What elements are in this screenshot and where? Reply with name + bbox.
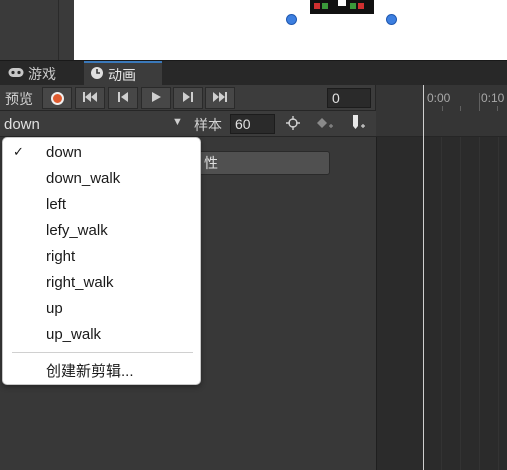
sample-input[interactable]: 60	[230, 114, 275, 134]
add-property-button[interactable]: 性	[190, 151, 330, 175]
hierarchy-panel	[0, 0, 74, 60]
menu-item-left[interactable]: left	[3, 191, 202, 217]
add-keyframe-button[interactable]	[310, 113, 340, 135]
play-button[interactable]	[141, 87, 171, 109]
menu-item-down[interactable]: ✓ down	[3, 139, 202, 165]
checkmark-icon: ✓	[13, 144, 24, 159]
tab-label: 动画	[108, 66, 136, 83]
gamepad-icon	[8, 67, 24, 81]
play-icon	[150, 91, 162, 106]
grid-line	[441, 137, 442, 470]
record-button[interactable]	[42, 87, 72, 109]
menu-item-label: left	[46, 195, 67, 213]
tab-game[interactable]: 游戏	[2, 61, 82, 86]
menu-separator	[12, 352, 193, 353]
tick-label: 0:10	[481, 91, 505, 105]
sample-label: 样本	[194, 117, 222, 133]
clip-select-value: down	[4, 115, 40, 133]
transform-handle-right[interactable]	[386, 14, 397, 25]
menu-item-label: up_walk	[46, 325, 102, 343]
event-lane[interactable]	[376, 111, 507, 137]
playhead[interactable]	[423, 85, 424, 470]
menu-item-up[interactable]: up	[3, 295, 202, 321]
last-key-button[interactable]	[205, 87, 235, 109]
menu-item-right[interactable]: right	[3, 243, 202, 269]
menu-item-label: down_walk	[46, 169, 121, 187]
first-key-icon	[82, 91, 98, 106]
add-event-icon	[348, 114, 366, 135]
menu-item-lefy-walk[interactable]: lefy_walk	[3, 217, 202, 243]
record-icon	[50, 91, 64, 105]
crosshair-icon	[286, 115, 300, 133]
timeline-ruler[interactable]: 0:00 0:10	[376, 85, 507, 111]
panel-divider	[58, 0, 59, 60]
prev-key-icon	[117, 91, 129, 106]
menu-item-up-walk[interactable]: up_walk	[3, 321, 202, 347]
tab-label: 游戏	[28, 65, 56, 82]
menu-item-right-walk[interactable]: right_walk	[3, 269, 202, 295]
snap-button[interactable]	[278, 113, 308, 135]
frame-input[interactable]: 0	[327, 88, 371, 108]
tab-animation[interactable]: 动画	[84, 61, 162, 86]
menu-item-label: lefy_walk	[46, 221, 108, 239]
clip-dropdown-menu: ✓ down down_walk left lefy_walk right ri…	[2, 137, 201, 385]
next-key-button[interactable]	[173, 87, 203, 109]
menu-item-label: right	[46, 247, 76, 265]
grid-line	[479, 137, 480, 470]
prev-key-button[interactable]	[108, 87, 138, 109]
scene-view[interactable]	[74, 0, 507, 60]
tick-label: 0:00	[427, 91, 451, 105]
menu-item-label: right_walk	[46, 273, 114, 291]
ruler-tick	[479, 93, 480, 111]
menu-item-label: 创建新剪辑...	[46, 362, 134, 380]
sprite-preview[interactable]	[308, 0, 378, 18]
menu-item-down-walk[interactable]: down_walk	[3, 165, 202, 191]
add-property-label: 性	[204, 155, 218, 171]
preview-toggle[interactable]: 预览	[5, 89, 33, 109]
transform-handle-left[interactable]	[286, 14, 297, 25]
add-keyframe-icon	[316, 116, 334, 133]
clip-select[interactable]: down	[0, 111, 190, 137]
grid-line	[460, 137, 461, 470]
last-key-icon	[212, 91, 228, 106]
menu-item-label: up	[46, 299, 63, 317]
tab-bar: 游戏 动画	[0, 60, 507, 86]
grid-line	[498, 137, 499, 470]
menu-item-label: down	[46, 143, 82, 161]
next-key-icon	[182, 91, 194, 106]
clip-bar: down ▼ 样本 60	[0, 111, 376, 137]
first-key-button[interactable]	[75, 87, 105, 109]
clock-icon	[90, 66, 104, 83]
add-event-button[interactable]	[342, 113, 372, 135]
menu-item-create-clip[interactable]: 创建新剪辑...	[3, 357, 202, 383]
dropdown-arrow-icon[interactable]: ▼	[172, 116, 183, 128]
